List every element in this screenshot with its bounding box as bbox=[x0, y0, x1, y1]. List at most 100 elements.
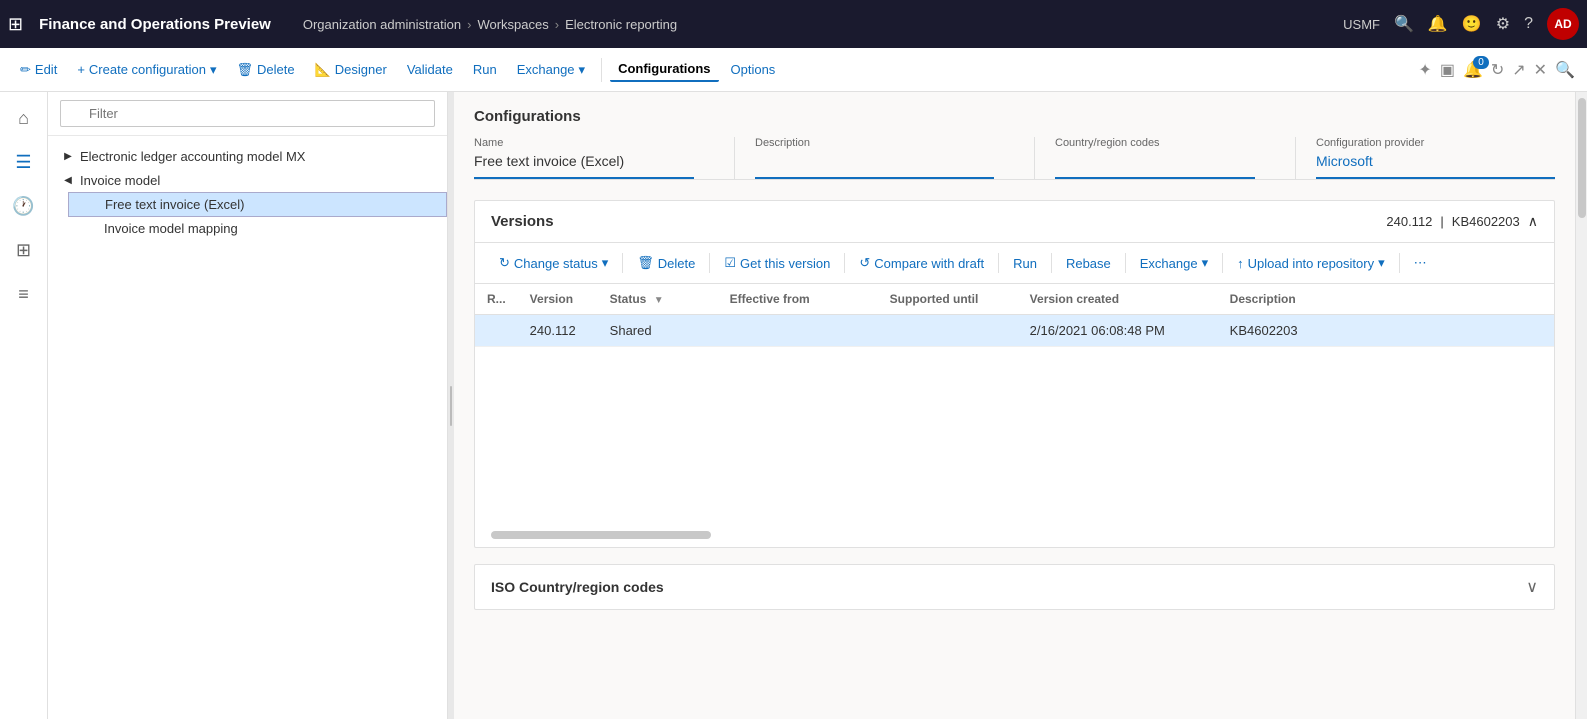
config-field-provider: Configuration provider Microsoft bbox=[1316, 137, 1555, 179]
tenant-label: USMF bbox=[1343, 17, 1380, 32]
ver-exchange-dropdown: ▾ bbox=[1202, 255, 1209, 271]
col-header-created[interactable]: Version created bbox=[1018, 284, 1218, 315]
change-status-icon: ↻ bbox=[499, 255, 510, 271]
emoji-icon[interactable]: 🙂 bbox=[1462, 14, 1482, 34]
run-button[interactable]: Run bbox=[465, 58, 505, 81]
ver-delete-label: Delete bbox=[658, 256, 696, 271]
col-header-version[interactable]: Version bbox=[518, 284, 598, 315]
breadcrumb-er[interactable]: Electronic reporting bbox=[565, 17, 677, 32]
filter-input[interactable] bbox=[60, 100, 435, 127]
tree-filter-area: 🔍 bbox=[48, 92, 447, 136]
upload-label: Upload into repository bbox=[1248, 256, 1374, 271]
recent-icon[interactable]: 🕐 bbox=[6, 188, 42, 224]
rebase-button[interactable]: Rebase bbox=[1058, 252, 1119, 275]
horizontal-scrollbar[interactable] bbox=[491, 531, 711, 539]
toolbar-refresh-icon[interactable]: ↻ bbox=[1491, 60, 1504, 80]
versions-meta-kb: KB4602203 bbox=[1452, 214, 1520, 229]
tree-item-invoice-model[interactable]: ◀ Invoice model bbox=[48, 168, 447, 192]
ver-delete-button[interactable]: 🗑 Delete bbox=[629, 251, 703, 275]
validate-label: Validate bbox=[407, 62, 453, 77]
col-header-supported[interactable]: Supported until bbox=[878, 284, 1018, 315]
cell-version: 240.112 bbox=[518, 315, 598, 347]
col-header-effective[interactable]: Effective from bbox=[718, 284, 878, 315]
options-button[interactable]: Options bbox=[723, 58, 784, 81]
status-filter-icon[interactable]: ▼ bbox=[654, 295, 664, 306]
more-button[interactable]: ⋯ bbox=[1406, 251, 1435, 275]
versions-collapse-icon[interactable]: ∧ bbox=[1528, 213, 1538, 230]
list-icon[interactable]: ≡ bbox=[6, 276, 42, 312]
tree-item-electronic-ledger[interactable]: ▶ Electronic ledger accounting model MX bbox=[48, 144, 447, 168]
ver-exchange-label: Exchange bbox=[1140, 256, 1198, 271]
home-icon[interactable]: ⌂ bbox=[6, 100, 42, 136]
ver-exchange-button[interactable]: Exchange ▾ bbox=[1132, 251, 1216, 275]
create-label: Create configuration bbox=[89, 62, 206, 77]
toolbar-separator bbox=[601, 58, 602, 82]
tree-label-electronic-ledger: Electronic ledger accounting model MX bbox=[80, 149, 305, 164]
config-field-description: Description bbox=[755, 137, 994, 179]
edit-button[interactable]: ✏ Edit bbox=[12, 58, 65, 82]
breadcrumb-sep-2: › bbox=[555, 17, 559, 32]
config-value-name: Free text invoice (Excel) bbox=[474, 153, 694, 169]
create-config-button[interactable]: + Create configuration ▾ bbox=[69, 58, 224, 82]
tree-item-invoice-mapping[interactable]: Invoice model mapping bbox=[68, 217, 447, 240]
cell-supported bbox=[878, 315, 1018, 347]
tree-content: ▶ Electronic ledger accounting model MX … bbox=[48, 136, 447, 719]
top-bar: ⊞ Finance and Operations Preview Organiz… bbox=[0, 0, 1587, 48]
bell-icon[interactable]: 🔔 bbox=[1428, 14, 1448, 34]
avatar[interactable]: AD bbox=[1547, 8, 1579, 40]
iso-expand-icon[interactable]: ∨ bbox=[1526, 577, 1538, 597]
delete-button[interactable]: 🗑 Delete bbox=[229, 58, 303, 82]
tree-toggle-invoice-model[interactable]: ◀ bbox=[60, 172, 76, 188]
vertical-scrollbar-thumb[interactable] bbox=[1578, 98, 1586, 218]
panel-resizer[interactable] bbox=[448, 92, 454, 719]
favorites-icon[interactable]: ☰ bbox=[6, 144, 42, 180]
ver-sep-7 bbox=[1222, 253, 1223, 273]
get-version-icon: ☑ bbox=[724, 255, 736, 271]
col-header-status[interactable]: Status ▼ bbox=[598, 284, 718, 315]
ver-run-button[interactable]: Run bbox=[1005, 252, 1045, 275]
toolbar-star-icon[interactable]: ✦ bbox=[1418, 60, 1431, 80]
upload-repo-button[interactable]: ↑ Upload into repository ▾ bbox=[1229, 251, 1393, 275]
exchange-dropdown-icon: ▾ bbox=[579, 62, 586, 78]
notification-badge: 0 bbox=[1473, 56, 1489, 69]
breadcrumb-workspaces[interactable]: Workspaces bbox=[477, 17, 548, 32]
search-icon[interactable]: 🔍 bbox=[1394, 14, 1414, 34]
create-dropdown-icon: ▾ bbox=[210, 62, 217, 78]
validate-button[interactable]: Validate bbox=[399, 58, 461, 81]
table-row[interactable]: 240.112 Shared 2/16/2021 06:08:48 PM KB4… bbox=[475, 315, 1554, 347]
tree-toggle-electronic-ledger[interactable]: ▶ bbox=[60, 148, 76, 164]
compare-label: Compare with draft bbox=[874, 256, 984, 271]
col-header-description[interactable]: Description bbox=[1218, 284, 1554, 315]
toolbar-layout-icon[interactable]: ▣ bbox=[1440, 60, 1455, 80]
tree-panel: 🔍 ▶ Electronic ledger accounting model M… bbox=[48, 92, 448, 719]
help-icon[interactable]: ? bbox=[1524, 15, 1533, 33]
config-value-provider[interactable]: Microsoft bbox=[1316, 153, 1555, 169]
change-status-button[interactable]: ↻ Change status ▾ bbox=[491, 251, 616, 275]
breadcrumb-org[interactable]: Organization administration bbox=[303, 17, 461, 32]
change-status-label: Change status bbox=[514, 256, 598, 271]
get-this-version-button[interactable]: ☑ Get this version bbox=[716, 251, 838, 275]
field-sep-3 bbox=[1295, 137, 1296, 179]
filter-wrapper: 🔍 bbox=[60, 100, 435, 127]
main-layout: ⌂ ☰ 🕐 ⊞ ≡ 🔍 ▶ Electronic ledger accounti… bbox=[0, 92, 1587, 719]
iso-section[interactable]: ISO Country/region codes ∨ bbox=[474, 564, 1555, 610]
settings-icon[interactable]: ⚙ bbox=[1496, 14, 1510, 34]
exchange-button[interactable]: Exchange ▾ bbox=[509, 58, 593, 82]
rebase-label: Rebase bbox=[1066, 256, 1111, 271]
right-scrollbar[interactable] bbox=[1575, 92, 1587, 719]
versions-meta-sep: | bbox=[1440, 214, 1443, 229]
toolbar-open-icon[interactable]: ↗ bbox=[1512, 60, 1525, 80]
app-grid-icon[interactable]: ⊞ bbox=[8, 14, 23, 35]
configurations-label: Configurations bbox=[618, 61, 710, 76]
compare-draft-button[interactable]: ↺ Compare with draft bbox=[851, 251, 992, 275]
designer-button[interactable]: 📐 Designer bbox=[307, 58, 395, 82]
toolbar-search-icon[interactable]: 🔍 bbox=[1555, 60, 1575, 80]
workspaces-icon[interactable]: ⊞ bbox=[6, 232, 42, 268]
designer-icon: 📐 bbox=[315, 62, 331, 78]
toolbar-close-icon[interactable]: ✕ bbox=[1534, 60, 1547, 80]
tree-label-invoice-mapping: Invoice model mapping bbox=[104, 221, 238, 236]
ver-sep-3 bbox=[844, 253, 845, 273]
ver-sep-4 bbox=[998, 253, 999, 273]
tree-item-free-text-excel[interactable]: Free text invoice (Excel) bbox=[68, 192, 447, 217]
configurations-button[interactable]: Configurations bbox=[610, 57, 718, 82]
